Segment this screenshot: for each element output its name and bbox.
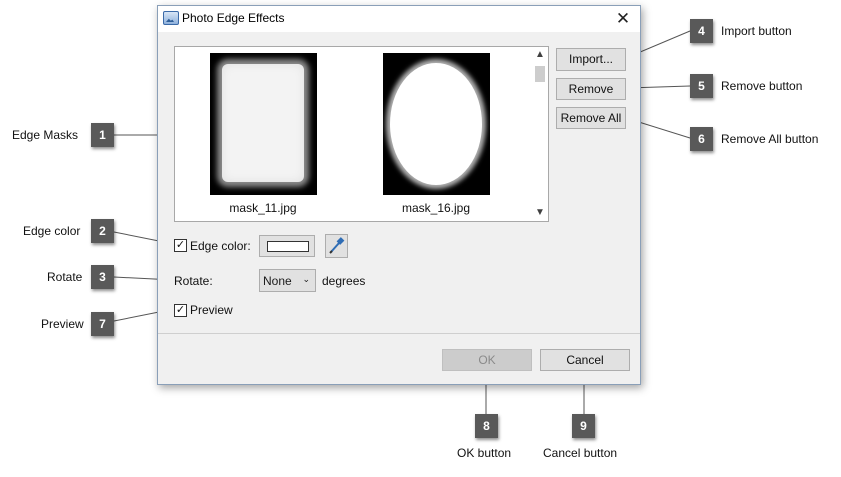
edge-color-swatch bbox=[267, 241, 309, 252]
callout-badge-6: 6 bbox=[690, 127, 713, 151]
vertical-scrollbar[interactable]: ▲ ▼ bbox=[532, 47, 548, 221]
callout-badge-4: 4 bbox=[690, 19, 713, 43]
callout-badge-8: 8 bbox=[475, 414, 498, 438]
edge-masks-list[interactable]: mask_11.jpg mask_16.jpg ▲ ▼ bbox=[174, 46, 549, 222]
edge-color-checkbox[interactable]: ✓ bbox=[174, 239, 187, 252]
edge-color-button[interactable] bbox=[259, 235, 315, 257]
scroll-up-icon[interactable]: ▲ bbox=[532, 47, 548, 63]
import-button[interactable]: Import... bbox=[556, 48, 626, 71]
callout-label-cancel-button: Cancel button bbox=[543, 446, 618, 460]
rotate-dropdown[interactable]: None ⌄ bbox=[259, 269, 316, 292]
chevron-down-icon: ⌄ bbox=[302, 274, 310, 284]
callout-badge-1: 1 bbox=[91, 123, 114, 147]
remove-button[interactable]: Remove bbox=[556, 78, 626, 100]
callout-label-remove-all-button: Remove All button bbox=[721, 132, 819, 146]
ok-button[interactable]: OK bbox=[442, 349, 532, 371]
callout-badge-2: 2 bbox=[91, 219, 114, 243]
dialog-title: Photo Edge Effects bbox=[182, 11, 285, 25]
photo-edge-effects-dialog: Photo Edge Effects ✕ mask_11.jpg mask_16… bbox=[157, 5, 641, 385]
degrees-label: degrees bbox=[322, 274, 366, 288]
title-bar[interactable]: Photo Edge Effects ✕ bbox=[158, 6, 640, 32]
callout-badge-5: 5 bbox=[690, 74, 713, 98]
callout-badge-9: 9 bbox=[572, 414, 595, 438]
close-button[interactable]: ✕ bbox=[610, 8, 636, 30]
callout-label-preview: Preview bbox=[41, 317, 84, 331]
callout-badge-7: 7 bbox=[91, 312, 114, 336]
rectangle-mask-shape bbox=[222, 64, 304, 182]
cancel-button[interactable]: Cancel bbox=[540, 349, 630, 371]
footer-divider bbox=[158, 333, 640, 334]
rotate-label: Rotate: bbox=[174, 274, 213, 288]
mask-caption: mask_11.jpg bbox=[229, 201, 297, 215]
callout-label-edge-color: Edge color bbox=[23, 224, 81, 238]
preview-label: Preview bbox=[190, 303, 233, 317]
photo-app-icon bbox=[163, 11, 179, 25]
callout-label-ok-button: OK button bbox=[457, 446, 512, 460]
mask-thumbnail-oval[interactable] bbox=[383, 53, 490, 195]
callout-label-edge-masks: Edge Masks bbox=[12, 128, 79, 142]
callout-label-rotate: Rotate bbox=[47, 270, 83, 284]
callout-badge-3: 3 bbox=[91, 265, 114, 289]
eyedropper-icon bbox=[329, 237, 345, 254]
scroll-thumb[interactable] bbox=[535, 66, 545, 82]
rotate-value: None bbox=[263, 274, 292, 288]
callout-label-remove-button: Remove button bbox=[721, 79, 803, 93]
color-picker-button[interactable] bbox=[325, 234, 348, 258]
callout-label-import-button: Import button bbox=[721, 24, 792, 38]
oval-mask-shape bbox=[390, 63, 482, 185]
remove-all-button[interactable]: Remove All bbox=[556, 107, 626, 129]
edge-color-label: Edge color: bbox=[190, 239, 251, 253]
mask-thumbnail-rectangle[interactable] bbox=[210, 53, 317, 195]
mask-caption: mask_16.jpg bbox=[401, 201, 471, 215]
preview-checkbox[interactable]: ✓ bbox=[174, 304, 187, 317]
scroll-down-icon[interactable]: ▼ bbox=[532, 205, 548, 221]
